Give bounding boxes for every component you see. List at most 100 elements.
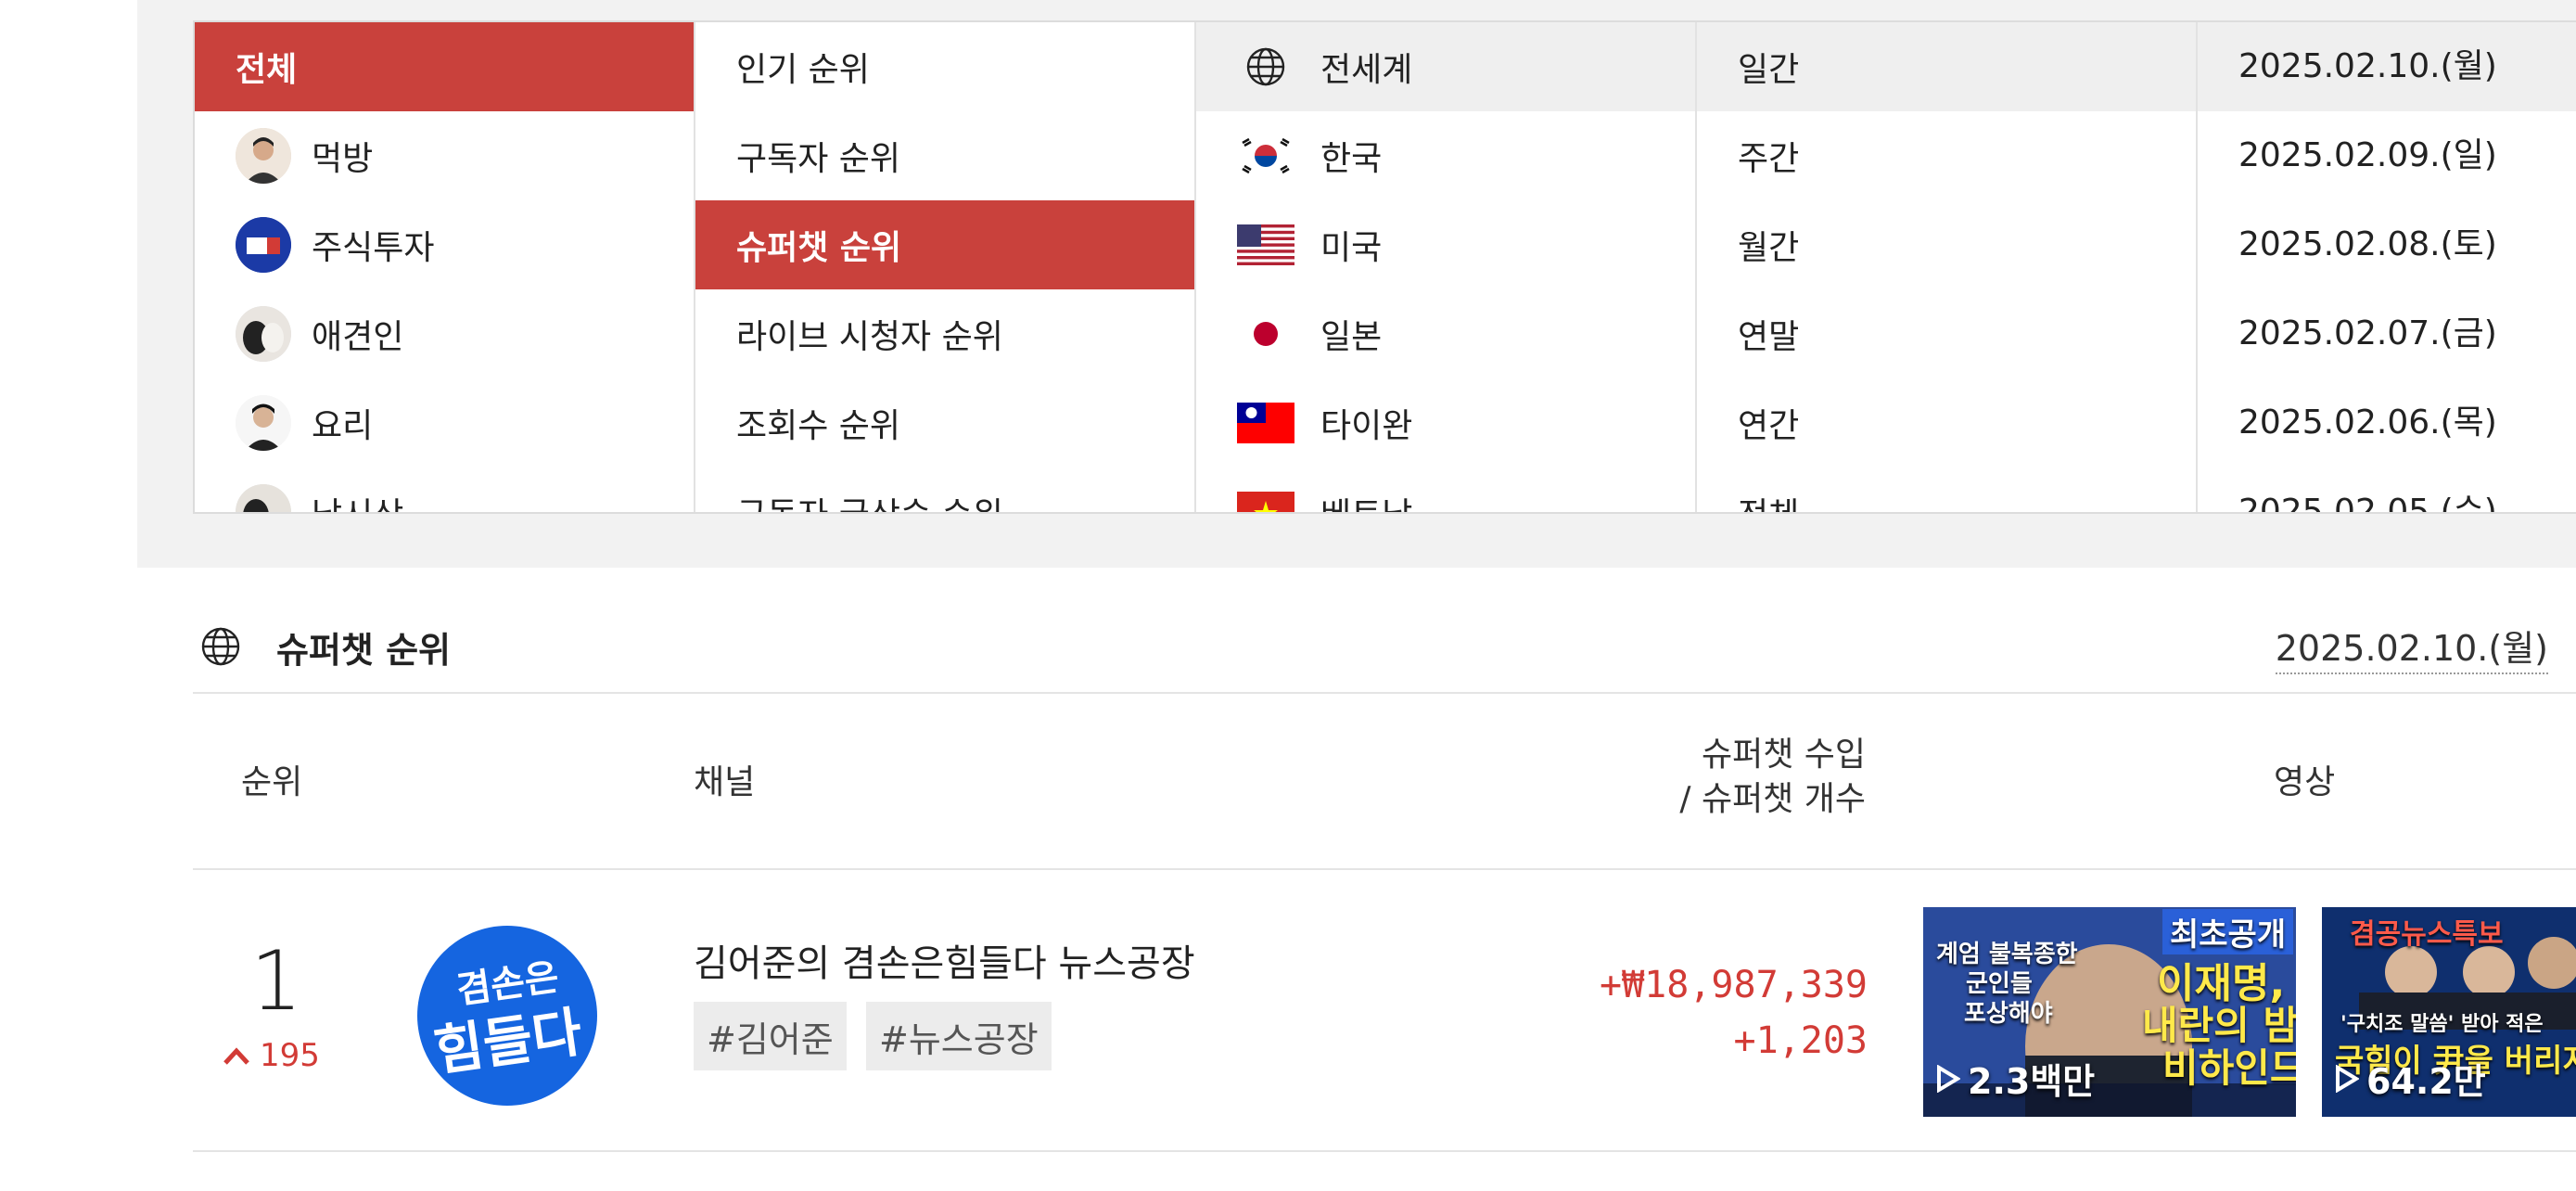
header-rank: 순위 [241, 763, 303, 801]
category-item-fishing[interactable]: 낚시상 [195, 467, 694, 512]
view-count-value: 64.2만 [2366, 1061, 2486, 1102]
category-label: 낚시상 [312, 488, 403, 512]
period-year-end[interactable]: 연말 [1697, 289, 2196, 378]
period-yearly[interactable]: 연간 [1697, 378, 2196, 467]
region-item-worldwide[interactable]: 전세계 [1196, 22, 1695, 111]
rank-number: 1 [250, 933, 302, 1029]
date-label: 2025.02.06.(목) [2238, 403, 2497, 442]
section-date-picker[interactable]: 2025.02.10.(월) [2275, 620, 2548, 674]
play-icon [1937, 1064, 1960, 1093]
superchat-count: +1,203 [1733, 1019, 1868, 1062]
channel-name[interactable]: 김어준의 겸손은힘들다 뉴스공장 [694, 933, 1195, 987]
channel-tag[interactable]: #김어준 [694, 1002, 847, 1070]
filter-panel: 전체 먹방 주식투자 애견인 요리 인기 순위 구독자 순위 슈퍼챗 순위 라이… [193, 20, 2576, 514]
superchat-income: +₩18,987,339 +1,203 [1600, 957, 1868, 1069]
channel-logo[interactable]: 겸손은 힘들다 [417, 926, 597, 1106]
region-label: 한국 [1320, 140, 1383, 178]
date-item[interactable]: 2025.02.09.(일) [2198, 111, 2576, 200]
region-item-japan[interactable]: 일본 [1196, 289, 1695, 378]
view-count-value: 2.3백만 [1968, 1061, 2096, 1102]
header-video: 영상 [2274, 763, 2336, 801]
rank-type-subscribers[interactable]: 구독자 순위 [695, 111, 1194, 200]
usa-flag-icon [1237, 224, 1294, 265]
region-column: 전세계 한국 미국 일본 타이완 [1196, 22, 1697, 512]
section-header: 슈퍼챗 순위 2025.02.10.(월) [193, 603, 2576, 690]
category-item-pets[interactable]: 애견인 [195, 289, 694, 378]
region-label: 타이완 [1320, 407, 1413, 445]
play-icon [2336, 1064, 2359, 1093]
fishing-avatar [236, 484, 291, 512]
arrow-up-icon [223, 1047, 249, 1065]
income-amount: +₩18,987,339 [1600, 964, 1868, 1006]
date-label: 2025.02.09.(일) [2238, 136, 2497, 174]
category-item-stocks[interactable]: 주식투자 [195, 200, 694, 289]
date-item[interactable]: 2025.02.10.(월) [2198, 22, 2576, 111]
rank-type-label: 슈퍼챗 순위 [736, 229, 902, 267]
rank-type-label: 조회수 순위 [736, 407, 901, 445]
rank-type-subscriber-growth[interactable]: 구독자 급상승 순위 [695, 467, 1194, 512]
region-item-taiwan[interactable]: 타이완 [1196, 378, 1695, 467]
header-channel: 채널 [694, 763, 756, 801]
category-label: 주식투자 [312, 229, 435, 267]
period-column: 일간 주간 월간 연말 연간 전체 [1697, 22, 2198, 512]
thumb-caption-main1: '구치조 말씀' 받아 적은 [2340, 1013, 2544, 1036]
rank-change-value: 195 [260, 1037, 320, 1074]
korea-flag-icon [1237, 135, 1294, 176]
rank-type-label: 인기 순위 [736, 51, 870, 89]
pets-avatar [236, 306, 291, 362]
period-label: 연말 [1738, 318, 1800, 356]
date-label: 2025.02.08.(토) [2238, 225, 2497, 263]
thumb-caption-top: 겸공뉴스특보 [2350, 918, 2504, 951]
view-count: 2.3백만 [1936, 1053, 2095, 1104]
rank-type-popular[interactable]: 인기 순위 [695, 22, 1194, 111]
date-label: 2025.02.07.(금) [2238, 314, 2497, 352]
category-item-cooking[interactable]: 요리 [195, 378, 694, 467]
date-column: 2025.02.10.(월) 2025.02.09.(일) 2025.02.08… [2198, 22, 2576, 512]
divider [193, 692, 2576, 694]
rank-type-views[interactable]: 조회수 순위 [695, 378, 1194, 467]
header-income: 슈퍼챗 수입 / 슈퍼챗 개수 [1679, 733, 1866, 822]
period-label: 주간 [1738, 140, 1800, 178]
date-label: 2025.02.10.(월) [2238, 47, 2497, 85]
rank-type-label: 라이브 시청자 순위 [736, 318, 1003, 356]
divider [193, 868, 2576, 870]
rank-type-live-viewers[interactable]: 라이브 시청자 순위 [695, 289, 1194, 378]
date-label: 2025.02.05.(수) [2238, 493, 2497, 512]
rank-type-superchat[interactable]: 슈퍼챗 순위 [695, 200, 1194, 289]
category-column: 전체 먹방 주식투자 애견인 요리 [195, 22, 695, 512]
region-label: 미국 [1320, 229, 1383, 267]
header-income-line1: 슈퍼챗 수입 [1701, 736, 1866, 774]
region-item-usa[interactable]: 미국 [1196, 200, 1695, 289]
divider [193, 1150, 2576, 1152]
view-count: 64.2만 [2335, 1053, 2486, 1104]
vietnam-flag-icon [1237, 492, 1294, 512]
region-item-korea[interactable]: 한국 [1196, 111, 1695, 200]
category-label: 먹방 [312, 140, 374, 178]
date-item[interactable]: 2025.02.06.(목) [2198, 378, 2576, 467]
period-label: 일간 [1738, 51, 1800, 89]
period-all[interactable]: 전체 [1697, 467, 2196, 512]
period-daily[interactable]: 일간 [1697, 22, 2196, 111]
channel-tag[interactable]: #뉴스공장 [866, 1002, 1052, 1070]
category-label: 전체 [236, 51, 298, 89]
date-item[interactable]: 2025.02.07.(금) [2198, 289, 2576, 378]
japan-flag-icon [1237, 314, 1294, 354]
region-label: 일본 [1320, 318, 1383, 356]
date-item[interactable]: 2025.02.08.(토) [2198, 200, 2576, 289]
rank-type-label: 구독자 순위 [736, 140, 901, 178]
date-item[interactable]: 2025.02.05.(수) [2198, 467, 2576, 512]
period-monthly[interactable]: 월간 [1697, 200, 2196, 289]
rank-change: 195 [223, 1037, 320, 1074]
period-weekly[interactable]: 주간 [1697, 111, 2196, 200]
rank-type-label: 구독자 급상승 순위 [736, 488, 1003, 512]
category-item-all[interactable]: 전체 [195, 22, 694, 111]
region-label: 베트남 [1320, 488, 1412, 512]
category-item-mukbang[interactable]: 먹방 [195, 111, 694, 200]
region-label: 전세계 [1320, 51, 1413, 89]
video-thumbnail[interactable]: 겸공뉴스특보 '구치조 말씀' 받아 적은 국힘이 尹을 버리지 못하 64.2… [2322, 907, 2576, 1117]
period-label: 월간 [1738, 229, 1800, 267]
region-item-vietnam[interactable]: 베트남 [1196, 467, 1695, 512]
mukbang-avatar [236, 128, 291, 184]
video-thumbnail[interactable]: 최초공개 이재명, 내란의 밤 비하인드 계엄 불복종한 군인들 포상해야 2.… [1923, 907, 2296, 1117]
period-label: 연간 [1738, 407, 1800, 445]
